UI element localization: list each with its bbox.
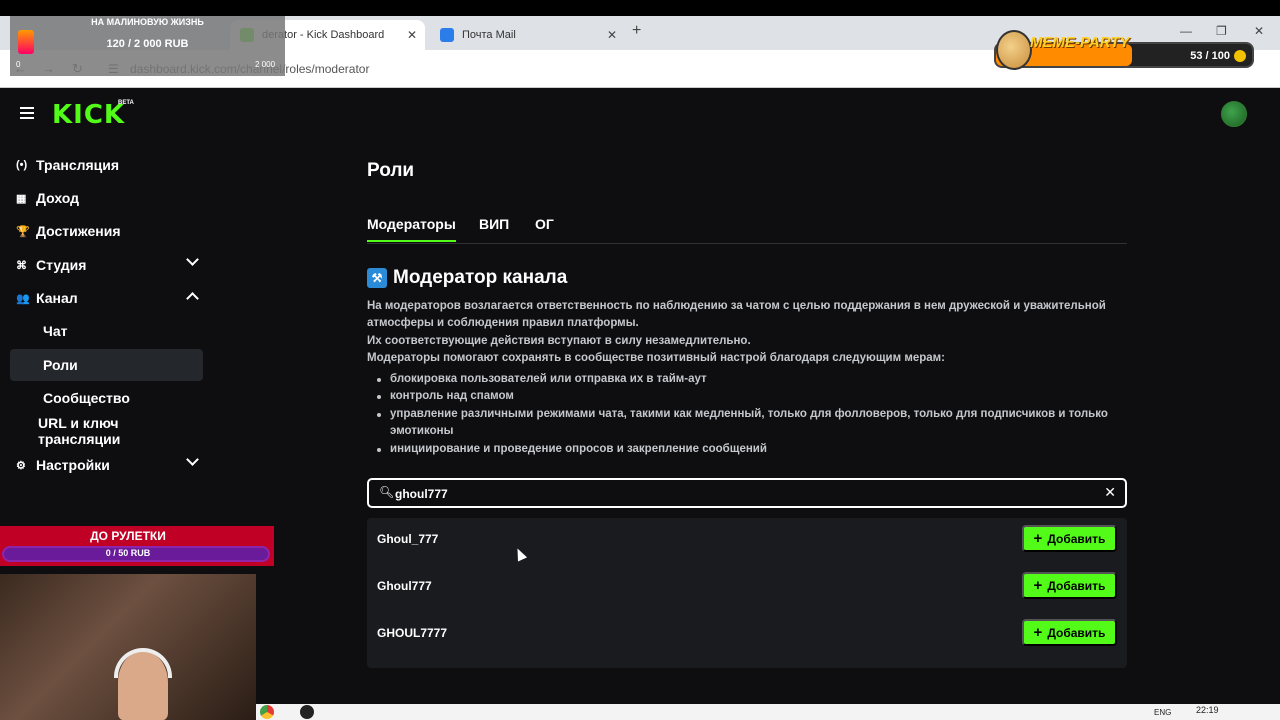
search-results: Ghoul_777 + Добавить Ghoul777 + Добавить G… — [367, 518, 1127, 668]
roulette-title: ДО РУЛЕТКИ — [90, 529, 166, 543]
new-tab-button[interactable]: + — [632, 22, 641, 40]
table-row: Ghoul777 + Добавить — [367, 565, 1127, 612]
roles-tabs: Модераторы ВИП ОГ — [367, 210, 1127, 244]
sidebar-item-stream-url-key[interactable]: URL и ключ трансляции — [10, 415, 203, 447]
plus-icon: + — [1033, 624, 1043, 641]
section-title: ⚒ Модератор канала — [367, 267, 567, 289]
channel-icon: 👥 — [16, 292, 30, 305]
clock[interactable]: 22:19 — [1196, 705, 1219, 715]
plus-icon: + — [1033, 577, 1043, 594]
list-item: контроль над спамом — [367, 388, 1127, 405]
sidebar-item-label: Канал — [36, 290, 78, 306]
plus-icon: + — [1033, 530, 1043, 547]
screen-top-bar — [0, 0, 1280, 16]
roulette-progress: 0 / 50 RUB — [105, 548, 151, 558]
list-item: инициирование и проведение опросов и зак… — [367, 441, 1127, 458]
tab-og[interactable]: ОГ — [535, 216, 554, 232]
chevron-down-icon[interactable] — [186, 253, 199, 266]
donation-goal-title: НА МАЛИНОВУЮ ЖИЗНЬ — [91, 17, 204, 27]
sidebar-item-revenue[interactable]: ▦ Доход — [10, 182, 203, 214]
trophy-icon: 🏆 — [16, 225, 30, 238]
webcam-feed — [0, 574, 256, 720]
page-title: Роли — [367, 160, 415, 181]
description-paragraph: Модераторы помогают сохранять в сообщест… — [367, 352, 945, 365]
hammer-icon: ⚒ — [367, 268, 387, 288]
sidebar-item-studio[interactable]: ⌘ Студия — [10, 249, 203, 281]
sidebar-item-label: URL и ключ трансляции — [38, 415, 121, 447]
search-icon: 🔍︎ — [379, 485, 395, 499]
menu-icon[interactable] — [20, 107, 34, 119]
description-paragraph: На модераторов возлагается ответственнос… — [367, 300, 1106, 330]
sidebar-item-community[interactable]: Сообщество — [10, 382, 203, 414]
obs-icon[interactable] — [300, 705, 314, 719]
chevron-down-icon[interactable] — [186, 453, 199, 466]
add-moderator-button[interactable]: + Добавить — [1022, 572, 1117, 599]
search-input[interactable] — [395, 485, 1085, 503]
meme-party-label: MEME-PARTY — [1030, 34, 1130, 51]
list-item: блокировка пользователей или отправка их… — [367, 371, 1127, 388]
browser-tab-label: Почта Mail — [462, 29, 516, 41]
sidebar-item-label: Сообщество — [43, 390, 130, 406]
browser-tab-mail[interactable]: Почта Mail ✕ — [430, 20, 625, 50]
clear-search-icon[interactable]: ✕ — [1104, 484, 1116, 501]
sidebar-item-chat[interactable]: Чат — [10, 315, 203, 347]
add-button-label: Добавить — [1047, 531, 1106, 546]
donation-goal-overlay: НА МАЛИНОВУЮ ЖИЗНЬ 120 / 2 000 RUB 0 2 0… — [10, 16, 285, 76]
add-moderator-button[interactable]: + Добавить — [1022, 619, 1117, 646]
studio-icon: ⌘ — [16, 259, 27, 272]
revenue-icon: ▦ — [16, 192, 27, 205]
moderator-description: На модераторов возлагается ответственнос… — [367, 298, 1127, 368]
result-username: Ghoul_777 — [377, 532, 439, 546]
chevron-up-icon[interactable] — [186, 292, 199, 305]
dashboard-header: KICK BETA — [0, 89, 1280, 139]
close-icon[interactable]: ✕ — [607, 28, 617, 42]
language-indicator[interactable]: ENG — [1154, 708, 1171, 717]
roulette-goal-overlay: ДО РУЛЕТКИ 0 / 50 RUB — [0, 526, 274, 566]
description-paragraph: Их соответствующие действия вступают в с… — [367, 334, 751, 347]
os-taskbar: ENG 22:19 — [256, 704, 1280, 720]
chrome-icon[interactable] — [260, 705, 274, 719]
table-row: GHOUL7777 + Добавить — [367, 612, 1127, 659]
result-username: Ghoul777 — [377, 579, 432, 593]
doge-icon — [996, 30, 1032, 70]
mail-favicon-icon — [440, 28, 454, 42]
list-item: управление различными режимами чата, так… — [367, 406, 1127, 441]
tab-moderators[interactable]: Модераторы — [367, 216, 456, 242]
sidebar-item-roles[interactable]: Роли — [10, 349, 203, 381]
sidebar-item-channel[interactable]: 👥 Канал — [10, 282, 203, 314]
add-moderator-button[interactable]: + Добавить — [1022, 525, 1117, 552]
sidebar-item-label: Роли — [43, 357, 78, 373]
avatar[interactable] — [1221, 101, 1247, 127]
sidebar-item-broadcast[interactable]: (•) Трансляция — [10, 149, 203, 181]
beta-badge: BETA — [118, 100, 134, 106]
add-button-label: Добавить — [1047, 578, 1106, 593]
moderator-abilities-list: блокировка пользователей или отправка их… — [367, 371, 1127, 458]
broadcast-icon: (•) — [16, 159, 28, 171]
coin-icon — [1234, 50, 1246, 62]
table-row: Ghoul_777 + Добавить — [367, 518, 1127, 565]
sidebar-item-label: Доход — [36, 190, 80, 206]
section-title-text: Модератор канала — [393, 267, 568, 288]
tab-vip[interactable]: ВИП — [479, 216, 509, 232]
sidebar-item-label: Чат — [43, 323, 68, 339]
sidebar-item-settings[interactable]: ⚙ Настройки — [10, 449, 203, 481]
donation-goal-progress: 120 / 2 000 RUB — [106, 38, 189, 50]
meme-party-count: 53 / 100 — [1190, 50, 1230, 62]
donation-goal-max: 2 000 — [255, 60, 276, 69]
close-icon[interactable]: ✕ — [407, 28, 417, 42]
sidebar-item-label: Достижения — [36, 223, 121, 239]
meme-party-overlay: 53 / 100 MEME-PARTY — [990, 30, 1260, 72]
result-username: GHOUL7777 — [377, 626, 448, 640]
sidebar-item-label: Трансляция — [36, 157, 120, 173]
add-button-label: Добавить — [1047, 625, 1106, 640]
sidebar-item-label: Настройки — [36, 457, 110, 473]
sidebar-item-achievements[interactable]: 🏆 Достижения — [10, 215, 203, 247]
headset-icon — [114, 648, 172, 678]
kick-logo[interactable]: KICK — [52, 100, 125, 130]
gear-icon: ⚙ — [16, 459, 26, 472]
sidebar-item-label: Студия — [36, 257, 87, 273]
donation-goal-min: 0 — [16, 60, 21, 69]
user-search-box: 🔍︎ ✕ — [367, 478, 1127, 508]
